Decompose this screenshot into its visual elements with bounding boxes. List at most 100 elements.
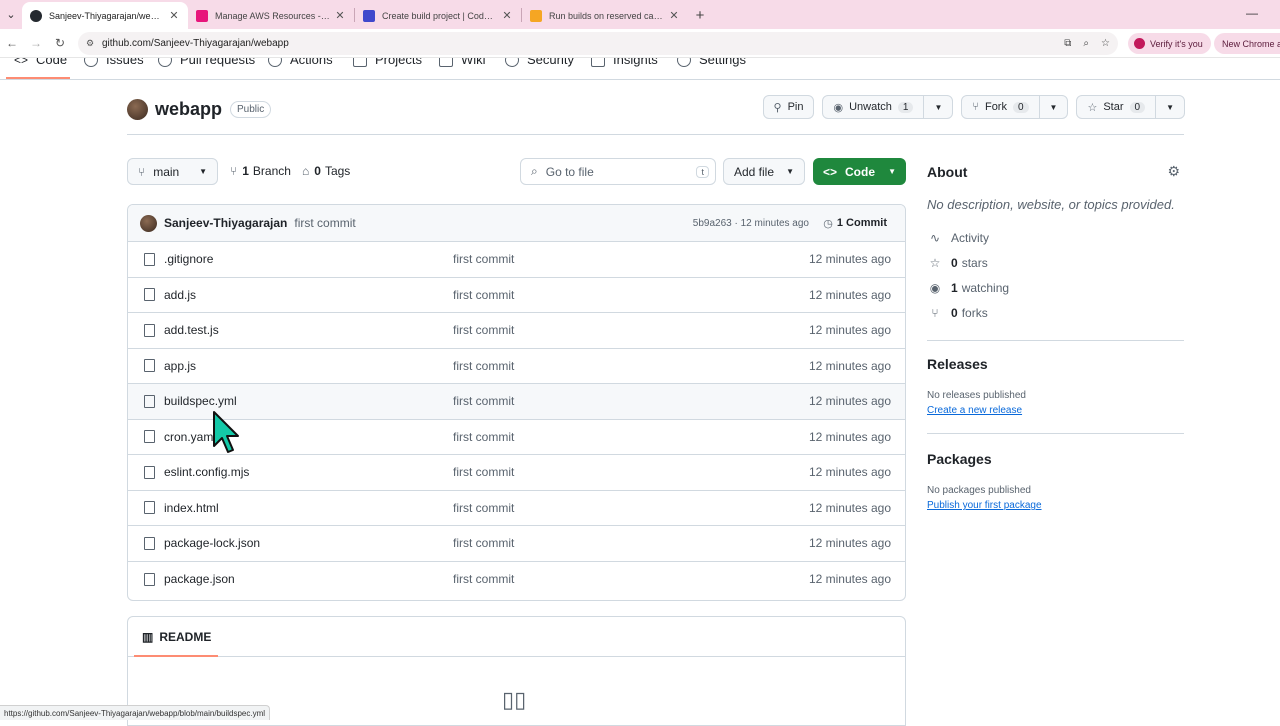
browser-tab-docs[interactable]: Run builds on reserved capacity ✕ <box>522 2 688 29</box>
browser-tab-github[interactable]: Sanjeev-Thiyagarajan/webapp ✕ <box>22 2 188 29</box>
table-row[interactable]: .gitignore first commit 12 minutes ago <box>128 242 905 278</box>
table-row[interactable]: package-lock.json first commit 12 minutes … <box>128 526 905 562</box>
forward-icon[interactable]: → <box>24 36 48 50</box>
table-row[interactable]: app.js first commit 12 minutes ago <box>128 349 905 384</box>
packages-title[interactable]: Packages <box>927 451 992 467</box>
file-name[interactable]: app.js <box>164 359 196 373</box>
latest-commit-bar: Sanjeev-Thiyagarajan first commit 5b9a26… <box>128 205 905 242</box>
file-list: Sanjeev-Thiyagarajan first commit 5b9a26… <box>127 204 906 601</box>
watching-link[interactable]: ◉ 1 watching <box>927 280 1184 295</box>
table-row[interactable]: add.test.js first commit 12 minutes ago <box>128 313 905 349</box>
file-commit-message[interactable]: first commit <box>453 572 514 586</box>
file-time: 12 minutes ago <box>808 252 891 267</box>
file-commit-message[interactable]: first commit <box>453 288 514 302</box>
commit-author[interactable]: Sanjeev-Thiyagarajan <box>164 216 287 230</box>
minimize-window-icon[interactable]: — <box>1246 6 1258 20</box>
code-button[interactable]: <> Code ▼ <box>813 158 906 185</box>
close-tab-icon[interactable]: ✕ <box>334 9 346 22</box>
file-icon <box>144 394 155 408</box>
browser-tab-codebuild[interactable]: Create build project | CodeBuild ✕ <box>355 2 521 29</box>
file-name[interactable]: cron.yaml <box>164 430 216 444</box>
unwatch-button[interactable]: ◉ Unwatch 1 ▼ <box>822 95 954 119</box>
close-tab-icon[interactable]: ✕ <box>168 9 180 22</box>
table-row[interactable]: cron.yaml first commit 12 minutes ago <box>128 420 905 455</box>
tab-settings[interactable]: Settings <box>677 58 746 67</box>
tab-issues[interactable]: Issues <box>84 58 144 67</box>
file-name[interactable]: index.html <box>164 501 219 515</box>
reload-icon[interactable]: ↻ <box>48 36 72 50</box>
zoom-icon[interactable]: ⌕ <box>1083 38 1089 49</box>
file-name[interactable]: package.json <box>164 572 235 586</box>
tags-link[interactable]: ⌂ 0 Tags <box>302 164 350 178</box>
install-app-icon[interactable]: ⧉ <box>1064 38 1071 49</box>
tab-search-icon[interactable]: ⌄ <box>0 0 22 29</box>
file-name[interactable]: package-lock.json <box>164 536 260 550</box>
table-row[interactable]: index.html first commit 12 minutes ago <box>128 491 905 526</box>
forks-link[interactable]: ⑂ 0 forks <box>927 305 1184 320</box>
site-info-icon[interactable]: ⚙ <box>86 38 98 49</box>
tab-actions[interactable]: Actions <box>268 58 333 67</box>
commit-hash-time[interactable]: 5b9a263 · 12 minutes ago <box>693 218 809 229</box>
branches-link[interactable]: ⑂ 1 Branch <box>230 164 291 178</box>
file-commit-message[interactable]: first commit <box>453 252 514 266</box>
file-commit-message[interactable]: first commit <box>453 536 514 550</box>
tab-insights[interactable]: Insights <box>591 58 658 67</box>
new-chrome-chip[interactable]: New Chrome av <box>1214 33 1280 54</box>
branch-selector[interactable]: ⑂ main ▼ <box>127 158 218 185</box>
stars-link[interactable]: ☆ 0 stars <box>927 255 1184 270</box>
fork-button[interactable]: ⑂ Fork 0 ▼ <box>961 95 1069 119</box>
table-row[interactable]: buildspec.yml first commit 12 minutes ago <box>128 384 905 420</box>
file-commit-message[interactable]: first commit <box>453 430 514 444</box>
create-release-link[interactable]: Create a new release <box>927 405 1022 416</box>
file-name[interactable]: add.js <box>164 288 196 302</box>
close-tab-icon[interactable]: ✕ <box>668 9 680 22</box>
tab-wiki[interactable]: Wiki <box>439 58 486 67</box>
avatar[interactable] <box>140 214 157 232</box>
chevron-down-icon[interactable]: ▼ <box>1155 96 1174 118</box>
activity-link[interactable]: ∿ Activity <box>927 230 1184 245</box>
gear-icon[interactable]: ⚙ <box>1167 163 1180 180</box>
commit-message[interactable]: first commit <box>294 216 355 230</box>
back-icon[interactable]: ← <box>0 36 24 50</box>
table-row[interactable]: eslint.config.mjs first commit 12 minutes … <box>128 455 905 491</box>
file-commit-message[interactable]: first commit <box>453 359 514 373</box>
file-name[interactable]: buildspec.yml <box>164 394 237 408</box>
actions-icon <box>268 58 282 67</box>
url-text: github.com/Sanjeev-Thiyagarajan/webapp <box>102 38 289 49</box>
bookmark-star-icon[interactable]: ☆ <box>1101 38 1110 49</box>
file-name[interactable]: .gitignore <box>164 252 213 266</box>
address-bar[interactable]: ⚙ github.com/Sanjeev-Thiyagarajan/webapp… <box>78 32 1118 55</box>
star-button[interactable]: ☆ Star 0 ▼ <box>1076 95 1185 119</box>
profile-verify-chip[interactable]: Verify it's you <box>1128 33 1211 54</box>
repo-title[interactable]: webapp <box>155 99 222 120</box>
file-commit-message[interactable]: first commit <box>453 394 514 408</box>
publish-package-link[interactable]: Publish your first package <box>927 500 1042 511</box>
releases-title[interactable]: Releases <box>927 356 988 372</box>
table-row[interactable]: package.json first commit 12 minutes ago <box>128 562 905 598</box>
go-to-file-input[interactable]: ⌕ Go to file t <box>520 158 716 185</box>
browser-tab-aws[interactable]: Manage AWS Resources - AWS ✕ <box>188 2 354 29</box>
add-file-button[interactable]: Add file ▼ <box>723 158 805 185</box>
owner-avatar[interactable] <box>127 98 148 120</box>
file-commit-message[interactable]: first commit <box>453 323 514 337</box>
table-row[interactable]: add.js first commit 12 minutes ago <box>128 278 905 313</box>
graph-icon <box>591 58 605 67</box>
pin-button[interactable]: ⚲ Pin <box>762 95 815 119</box>
new-tab-button[interactable]: + <box>688 2 712 29</box>
file-commit-message[interactable]: first commit <box>453 501 514 515</box>
tab-projects[interactable]: Projects <box>353 58 422 67</box>
tab-security[interactable]: Security <box>505 58 574 67</box>
file-commit-message[interactable]: first commit <box>453 465 514 479</box>
tab-pull-requests[interactable]: Pull requests <box>158 58 255 67</box>
aws-cube-icon <box>196 9 208 22</box>
file-icon <box>144 288 155 302</box>
commits-link[interactable]: ◷ 1 Commit <box>823 217 887 230</box>
tab-code[interactable]: <> Code <box>14 58 67 67</box>
close-tab-icon[interactable]: ✕ <box>501 9 513 22</box>
file-icon <box>144 430 155 444</box>
readme-tab[interactable]: ▥ README <box>128 617 905 657</box>
file-name[interactable]: eslint.config.mjs <box>164 465 249 479</box>
chevron-down-icon[interactable]: ▼ <box>1038 96 1057 118</box>
file-name[interactable]: add.test.js <box>164 323 219 337</box>
chevron-down-icon[interactable]: ▼ <box>923 96 942 118</box>
